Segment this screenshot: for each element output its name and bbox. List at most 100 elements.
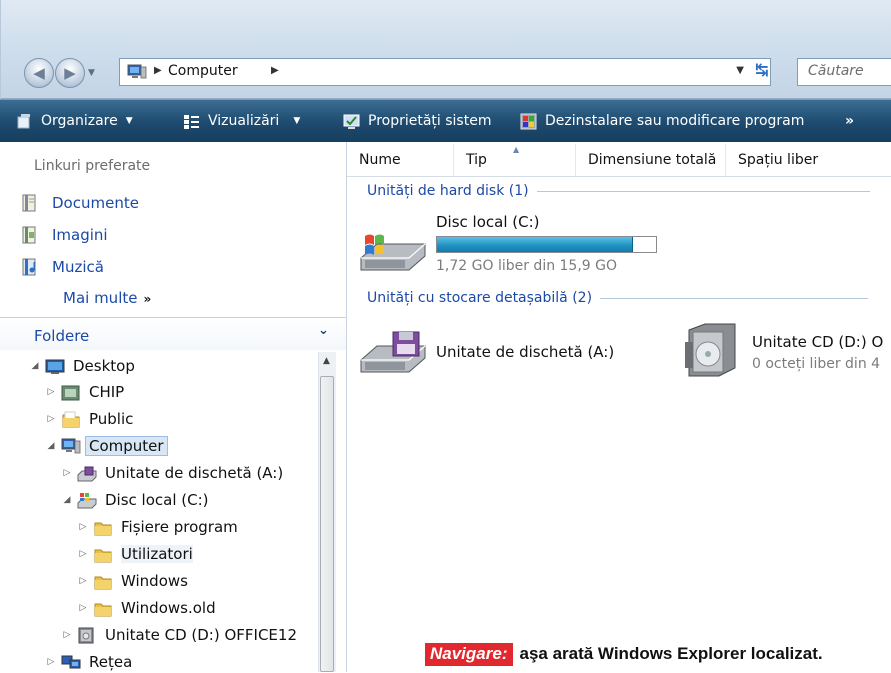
network-icon <box>61 655 81 668</box>
tree-item-label: Desktop <box>73 357 135 375</box>
group-header-removable[interactable]: Unități cu stocare detașabilă (2) <box>367 290 869 306</box>
tree-item-cd-drive[interactable]: ▷ Unitate CD (D:) OFFICE12 <box>62 624 297 646</box>
hard-disk-icon <box>77 492 97 508</box>
views-button[interactable]: Vizualizări ▼ <box>183 111 300 131</box>
collapsed-triangle-icon[interactable]: ▷ <box>78 522 88 532</box>
expanded-triangle-icon[interactable]: ◢ <box>30 361 40 371</box>
column-header-free-space[interactable]: Spațiu liber <box>726 144 891 176</box>
organize-label: Organizare <box>41 113 118 129</box>
expanded-triangle-icon[interactable]: ◢ <box>46 441 56 451</box>
favorite-link-music[interactable]: Muzică <box>22 256 104 278</box>
group-divider <box>536 190 870 192</box>
tree-item-label: Unitate CD (D:) OFFICE12 <box>105 626 297 644</box>
refresh-button[interactable]: ↹ <box>751 60 773 84</box>
views-label: Vizualizări <box>208 113 280 129</box>
music-icon <box>22 258 36 276</box>
disk-usage-fill <box>437 237 633 252</box>
desktop-icon <box>45 359 65 374</box>
title-bar <box>1 0 891 48</box>
address-path[interactable]: Computer <box>168 63 238 79</box>
collapsed-triangle-icon[interactable]: ▷ <box>62 468 72 478</box>
programs-icon <box>520 113 537 129</box>
more-links-label: Mai multe <box>63 289 138 307</box>
tree-item-label: Unitate de dischetă (A:) <box>105 464 284 482</box>
folders-header[interactable]: Foldere ⌄ <box>0 317 346 350</box>
tree-item-label: Disc local (C:) <box>105 491 209 509</box>
tree-item-computer[interactable]: ◢ Computer <box>46 435 168 457</box>
more-commands-button[interactable]: » <box>845 111 854 131</box>
dropdown-icon: ▼ <box>293 116 301 126</box>
tree-item-users[interactable]: ▷ Utilizatori <box>78 543 193 565</box>
breadcrumb-arrow-icon[interactable]: ▶ <box>154 65 162 76</box>
favorite-link-documents[interactable]: Documente <box>22 192 139 214</box>
more-links-button[interactable]: Mai multe » <box>63 289 151 307</box>
collapsed-triangle-icon[interactable]: ▷ <box>62 630 72 640</box>
tree-item-desktop[interactable]: ◢ Desktop <box>30 355 135 377</box>
column-header-label: Spațiu liber <box>738 152 819 168</box>
tree-item-chip[interactable]: ▷ CHIP <box>46 381 125 403</box>
column-header-label: Nume <box>359 152 401 168</box>
hard-disk-icon <box>360 234 426 271</box>
tree-item-program-files[interactable]: ▷ Fișiere program <box>78 516 238 538</box>
refresh-icon: ↹ <box>755 60 769 79</box>
organize-button[interactable]: Organizare ▼ <box>16 111 133 131</box>
tree-item-network[interactable]: ▷ Rețea <box>46 651 133 673</box>
drive-name: Unitate de dischetă (A:) <box>436 343 615 361</box>
drive-name: Unitate CD (D:) O <box>752 333 884 351</box>
caption-tag: Navigare: <box>425 642 514 666</box>
tree-item-label: Windows <box>121 572 188 590</box>
dropdown-icon: ▼ <box>125 116 133 126</box>
address-dropdown-icon[interactable]: ▼ <box>736 65 744 76</box>
recent-pages-dropdown[interactable]: ▼ <box>88 68 98 78</box>
collapsed-triangle-icon[interactable]: ▷ <box>46 657 56 667</box>
tree-item-label: Windows.old <box>121 599 216 617</box>
collapse-chevron-icon[interactable]: ⌄ <box>318 323 329 338</box>
tree-item-label: CHIP <box>89 383 125 401</box>
system-properties-label: Proprietăți sistem <box>368 113 492 129</box>
search-placeholder: Căutare <box>808 63 864 79</box>
favorite-link-pictures[interactable]: Imagini <box>22 224 108 246</box>
breadcrumb-arrow-icon[interactable]: ▶ <box>271 65 279 76</box>
collapsed-triangle-icon[interactable]: ▷ <box>46 414 56 424</box>
collapsed-triangle-icon[interactable]: ▷ <box>46 387 56 397</box>
system-properties-button[interactable]: Proprietăți sistem <box>343 111 491 131</box>
tree-scrollbar[interactable]: ▲ <box>318 352 336 672</box>
back-button[interactable]: ◀ <box>24 58 54 88</box>
column-header-total-size[interactable]: Dimensiune totală <box>576 144 726 176</box>
documents-icon <box>22 194 36 212</box>
scroll-up-icon[interactable]: ▲ <box>323 356 330 366</box>
tree-item-windows[interactable]: ▷ Windows <box>78 570 188 592</box>
expanded-triangle-icon[interactable]: ◢ <box>62 495 72 505</box>
computer-icon <box>127 64 147 79</box>
collapsed-triangle-icon[interactable]: ▷ <box>78 603 88 613</box>
column-header-name[interactable]: Nume <box>347 144 454 176</box>
scroll-thumb[interactable] <box>320 376 334 672</box>
cd-drive-icon <box>78 627 94 643</box>
group-header-label: Unități cu stocare detașabilă (2) <box>367 290 593 306</box>
address-field[interactable]: ▶ Computer ▶ ▼ <box>119 58 771 86</box>
tree-item-label: Utilizatori <box>121 545 193 563</box>
search-input[interactable]: Căutare <box>797 58 891 86</box>
tree-item-windows-old[interactable]: ▷ Windows.old <box>78 597 216 619</box>
disk-usage-bar <box>436 236 657 253</box>
pictures-icon <box>22 226 36 244</box>
tree-item-floppy-drive[interactable]: ▷ Unitate de dischetă (A:) <box>62 462 284 484</box>
favorite-link-label: Documente <box>52 194 139 212</box>
folder-icon <box>62 411 80 427</box>
floppy-drive-icon <box>360 331 426 373</box>
favorite-link-label: Muzică <box>52 258 104 276</box>
forward-button[interactable]: ▶ <box>55 58 85 88</box>
forward-arrow-icon: ▶ <box>64 64 76 82</box>
collapsed-triangle-icon[interactable]: ▷ <box>78 576 88 586</box>
tree-item-public[interactable]: ▷ Public <box>46 408 134 430</box>
group-header-hard-disks[interactable]: Unități de hard disk (1) <box>367 183 870 199</box>
navigation-pane <box>0 142 347 672</box>
more-links-glyph: » <box>143 292 152 306</box>
folder-icon <box>94 603 112 616</box>
folder-icon <box>61 385 80 400</box>
folders-title: Foldere <box>34 327 90 345</box>
tree-item-local-disk-c[interactable]: ◢ Disc local (C:) <box>62 489 209 511</box>
uninstall-program-button[interactable]: Dezinstalare sau modificare program <box>520 111 804 131</box>
collapsed-triangle-icon[interactable]: ▷ <box>78 549 88 559</box>
content-pane <box>347 142 891 672</box>
